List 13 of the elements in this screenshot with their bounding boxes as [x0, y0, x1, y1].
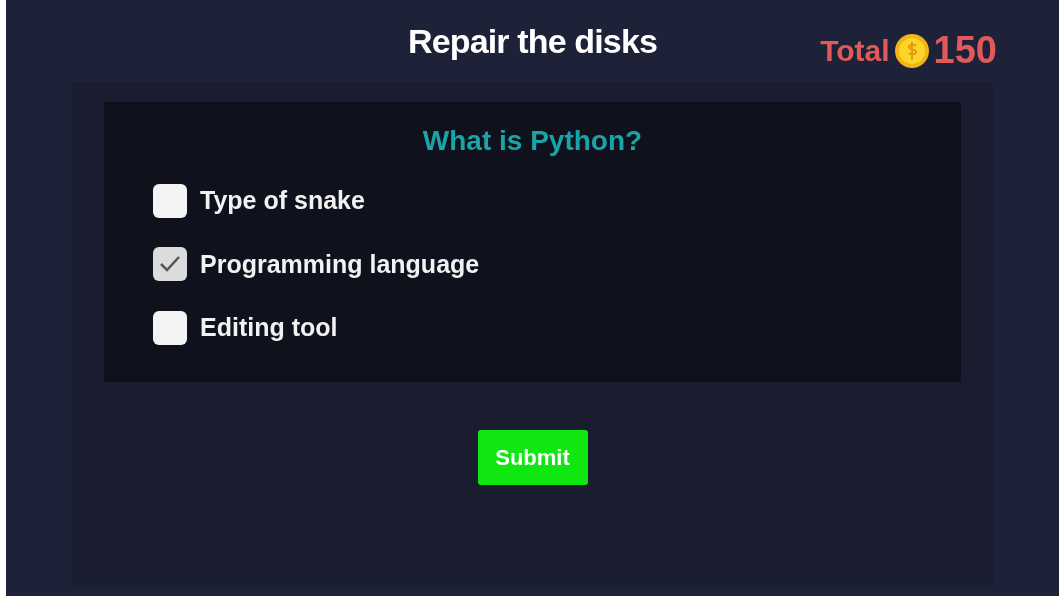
checkmark-icon	[159, 255, 181, 274]
question-text: What is Python?	[422, 124, 643, 158]
submit-button[interactable]: Submit	[477, 430, 588, 485]
checkbox[interactable]	[153, 183, 187, 218]
option-label: Programming language	[200, 248, 480, 280]
option-label: Editing tool	[200, 312, 338, 343]
coin-icon	[893, 32, 930, 69]
total-label: Total	[820, 33, 890, 69]
game-title: Repair the disks	[407, 20, 658, 62]
checkbox[interactable]	[153, 310, 187, 345]
checkbox[interactable]	[153, 247, 187, 282]
total-value: 150	[933, 28, 997, 73]
option-label: Type of snake	[200, 185, 365, 216]
